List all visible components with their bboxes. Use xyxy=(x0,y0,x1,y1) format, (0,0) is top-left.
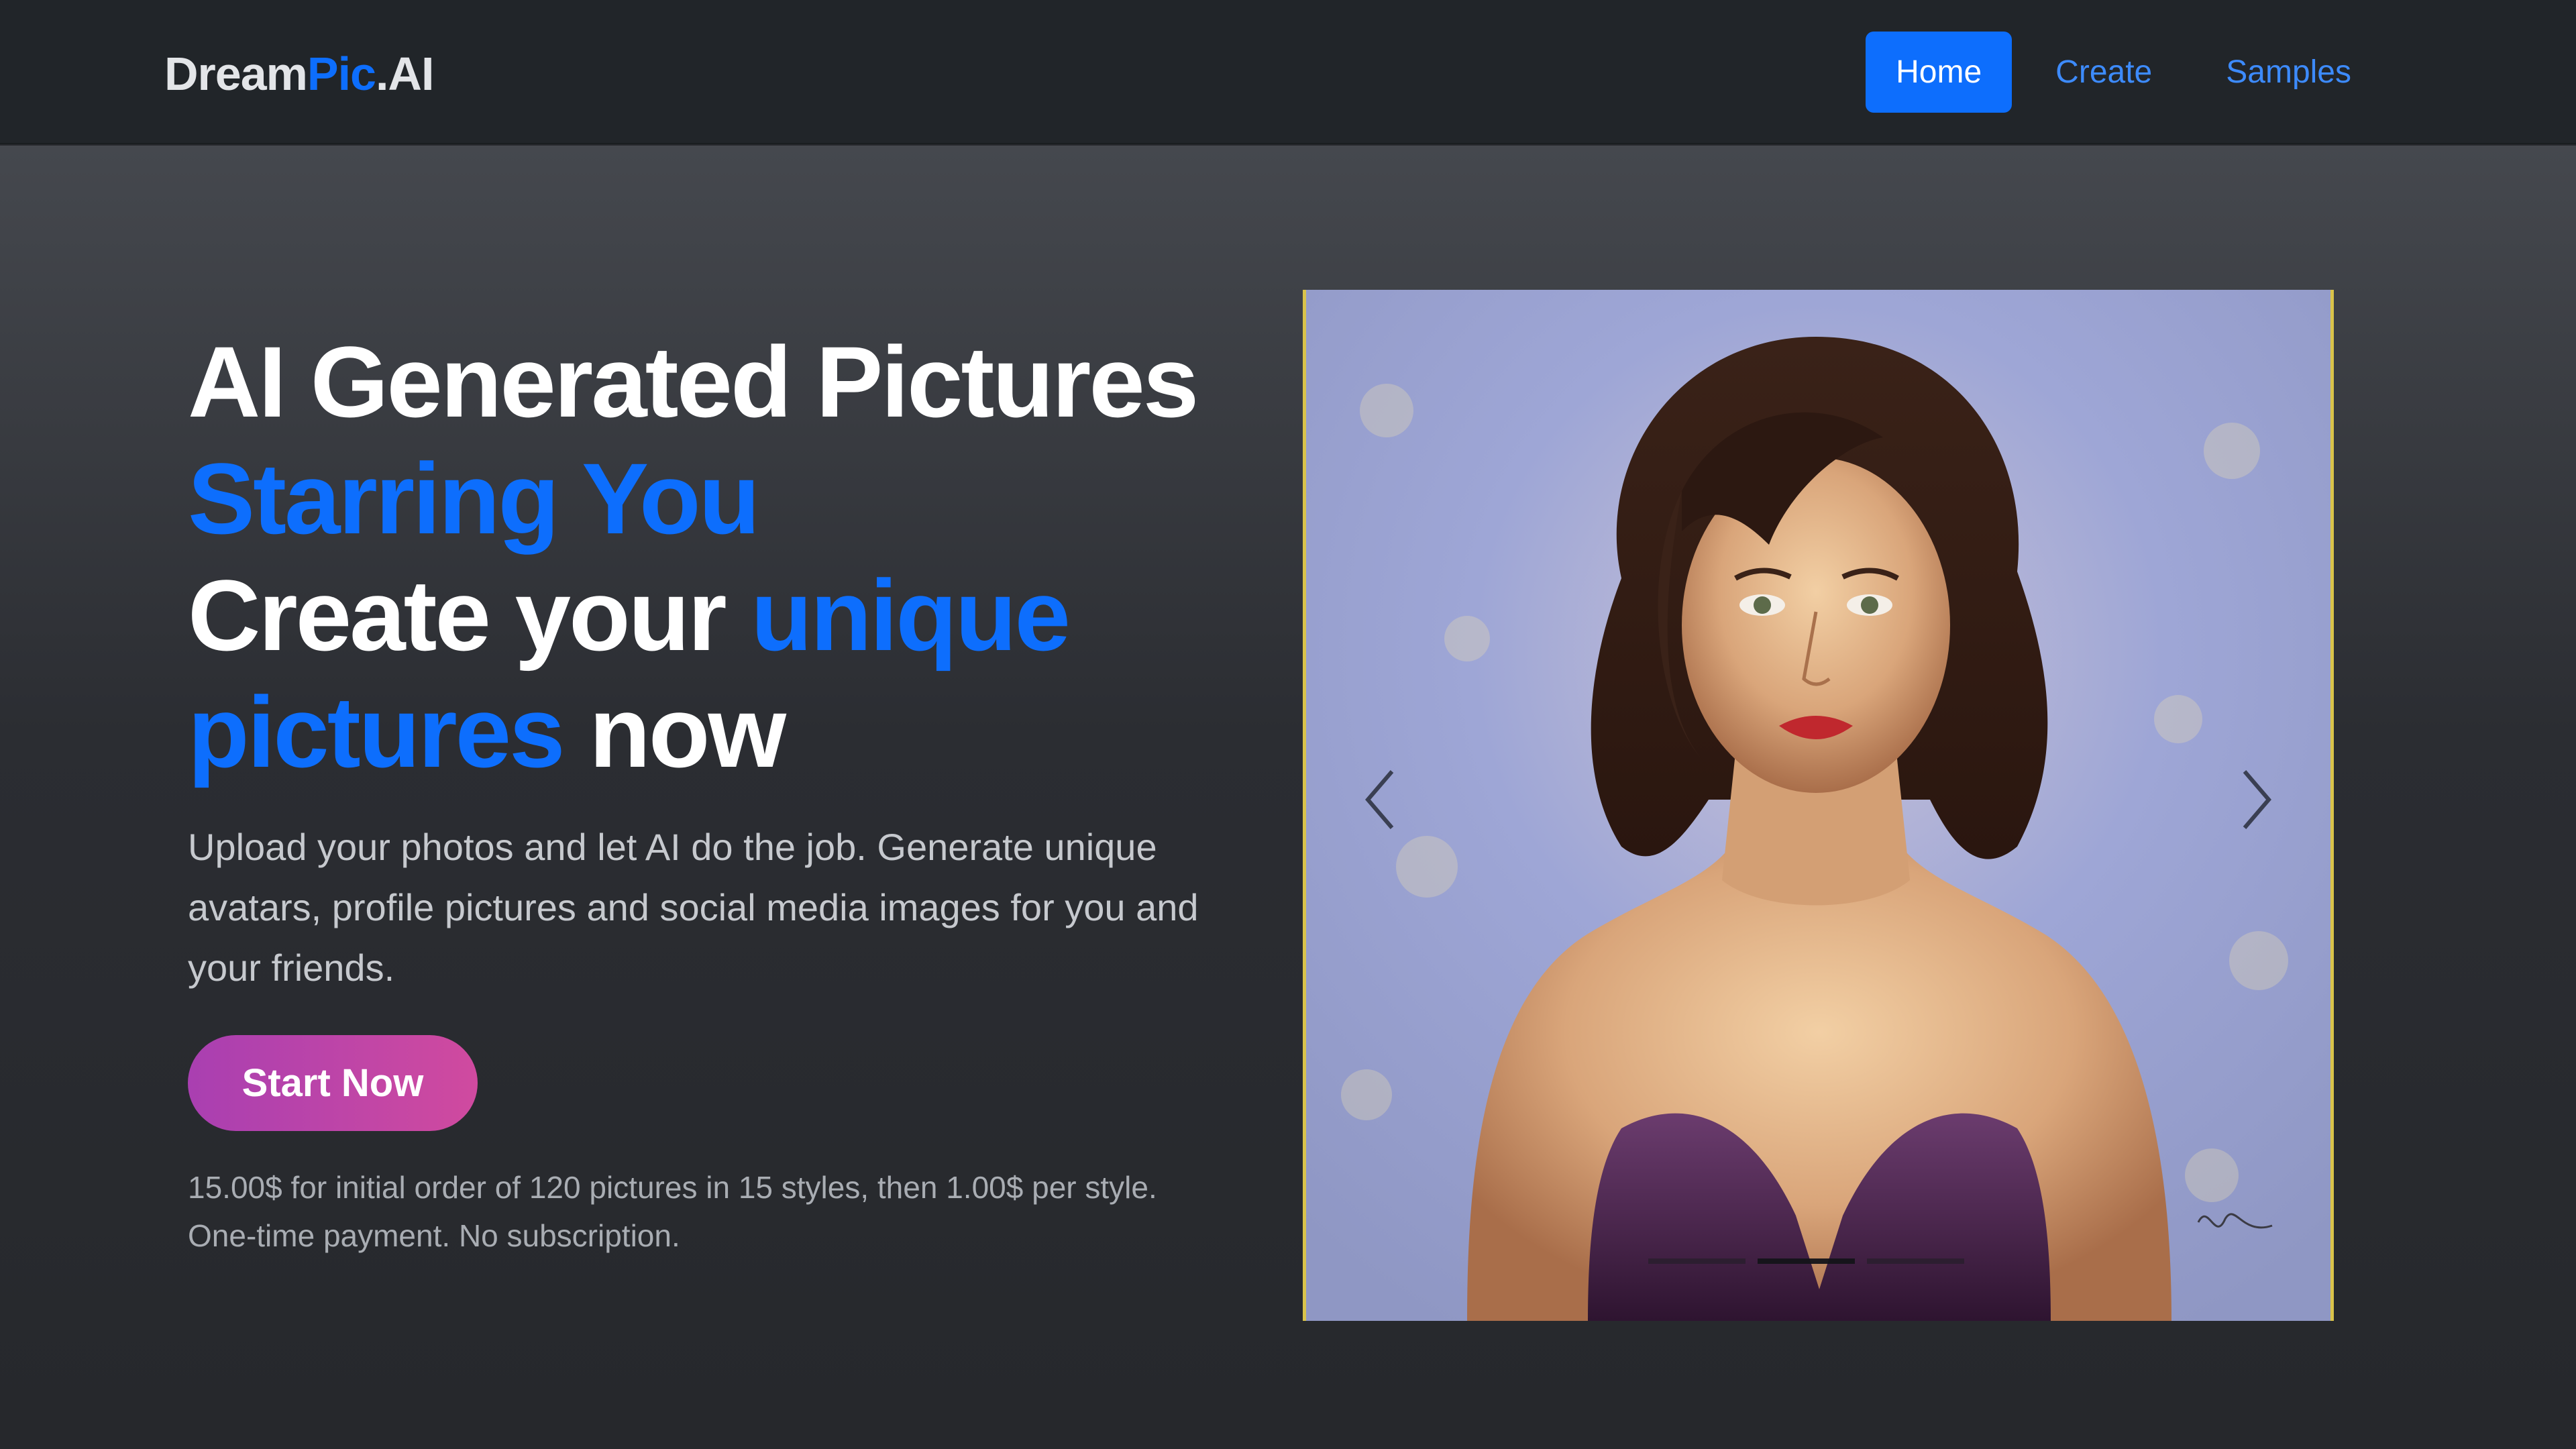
hero-headline: AI Generated Pictures Starring You Creat… xyxy=(188,323,1275,790)
brand-part-dream: Dream xyxy=(164,48,308,100)
image-carousel[interactable] xyxy=(1303,290,2334,1321)
start-now-button[interactable]: Start Now xyxy=(188,1035,478,1131)
headline-line-3a: Create your xyxy=(188,559,751,672)
pricing-note: 15.00$ for initial order of 120 pictures… xyxy=(188,1163,1275,1260)
headline-line-2: Starring You xyxy=(188,442,760,555)
pricing-line-2: One-time payment. No subscription. xyxy=(188,1218,680,1253)
hero-section: AI Generated Pictures Starring You Creat… xyxy=(0,146,2576,1449)
brand-part-pic: Pic xyxy=(307,48,376,100)
hero-text: AI Generated Pictures Starring You Creat… xyxy=(188,323,1275,1260)
chevron-right-icon xyxy=(2243,770,2271,829)
hero-lead-text: Upload your photos and let AI do the job… xyxy=(188,826,1199,989)
main-nav: Home Create Samples xyxy=(1866,32,2381,113)
carousel-prev-button[interactable] xyxy=(1333,733,1427,867)
headline-line-4a: pictures xyxy=(188,676,566,788)
navbar: DreamPic.AI Home Create Samples xyxy=(0,0,2576,144)
nav-samples-link[interactable]: Samples xyxy=(2196,32,2381,113)
pricing-line-1: 15.00$ for initial order of 120 pictures… xyxy=(188,1170,1157,1205)
carousel-next-button[interactable] xyxy=(2210,733,2304,867)
carousel-indicator-1[interactable] xyxy=(1648,1258,1746,1264)
headline-line-1: AI Generated Pictures xyxy=(188,325,1199,438)
nav-home-link[interactable]: Home xyxy=(1866,32,2012,113)
brand-logo[interactable]: DreamPic.AI xyxy=(164,40,434,107)
carousel-slide-image xyxy=(1306,290,2330,1321)
chevron-left-icon xyxy=(1365,770,1394,829)
carousel-indicator-3[interactable] xyxy=(1867,1258,1964,1264)
nav-create-link[interactable]: Create xyxy=(2025,32,2182,113)
brand-part-ai: .AI xyxy=(375,48,434,100)
carousel-indicator-2[interactable] xyxy=(1758,1258,1855,1264)
headline-line-3b: unique xyxy=(751,559,1071,672)
carousel-indicators xyxy=(1648,1258,1964,1264)
headline-line-4b: now xyxy=(563,676,786,788)
